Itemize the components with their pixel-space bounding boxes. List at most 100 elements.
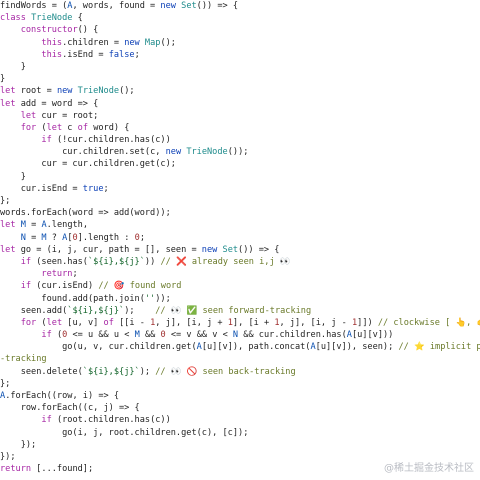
code-token: () { xyxy=(77,25,99,36)
code-token: let xyxy=(46,317,63,328)
code-token: constructor xyxy=(20,25,78,36)
code-token: let xyxy=(46,122,63,133)
code-line: go(i, j, root.children.get(c), [c]); xyxy=(0,427,480,439)
code-line: let go = (i, j, cur, path = [], seen = n… xyxy=(0,244,480,256)
code-token: (c), [c]); xyxy=(196,427,249,438)
code-token: go(i, j, root.children. xyxy=(0,427,182,438)
code-token: ()); xyxy=(227,147,249,158)
code-line: cur.children.set(c, new TrieNode()); xyxy=(0,146,480,158)
code-token: , words, found = xyxy=(72,1,161,11)
code-token: if xyxy=(20,281,32,292)
code-token: cur = root; xyxy=(36,110,99,121)
code-token: [[i - xyxy=(113,317,151,328)
code-token: } xyxy=(0,171,26,182)
code-token: (c, xyxy=(144,147,166,158)
code-token: <= v && v < xyxy=(165,330,233,341)
code-line: }); xyxy=(0,439,480,451)
code-token: )); xyxy=(155,293,171,304)
code-token: cur.children. xyxy=(0,147,130,158)
code-token: ); xyxy=(139,366,156,377)
code-token: new xyxy=(165,147,182,158)
code-token: [u][v]), path.concat( xyxy=(201,342,311,353)
code-token: }); xyxy=(0,451,16,462)
code-line: let M = A.length, xyxy=(0,219,480,231)
code-line: seen.add(`${i},${j}`); // 👀 ✅ seen forwa… xyxy=(0,305,480,317)
code-token: if xyxy=(41,330,52,341)
code-token: TrieNode xyxy=(77,86,120,97)
code-token: this xyxy=(41,37,63,48)
code-line: } xyxy=(0,171,480,183)
code-token: seen.delete( xyxy=(0,366,83,377)
code-editor[interactable]: findWords = (A, words, found = new Set()… xyxy=(0,0,480,480)
code-token: new xyxy=(56,86,73,97)
code-token: TrieNode xyxy=(186,147,228,158)
code-line: seen.delete(`${i},${j}`); // 👀 🚫 seen ba… xyxy=(0,366,480,378)
code-token: Set xyxy=(222,244,239,255)
code-token: get xyxy=(181,427,197,438)
code-line: cur.isEnd = true; xyxy=(0,183,480,195)
code-line: if (seen.has(`${i},${j}`)) // ❌ already … xyxy=(0,256,480,268)
code-token: // 🎯 found word xyxy=(98,281,182,292)
code-token: , j], [i, j - xyxy=(279,317,352,328)
code-line: constructor() { xyxy=(0,24,480,36)
code-token: ( xyxy=(36,122,47,133)
code-token: new xyxy=(124,37,140,48)
code-token: ; xyxy=(134,49,140,60)
code-token: go = (i, j, cur, path = [], seen = xyxy=(15,244,202,255)
code-token: new xyxy=(201,244,218,255)
code-token: this xyxy=(41,49,63,60)
code-token: [...found]; xyxy=(31,464,94,475)
code-token: new xyxy=(160,1,176,11)
code-line: return; xyxy=(0,268,480,280)
code-token: && cur.children.has( xyxy=(238,330,347,341)
code-line: findWords = (A, words, found = new Set()… xyxy=(0,0,480,12)
code-token: cur.isEnd = xyxy=(0,183,83,194)
code-token: = xyxy=(25,220,42,231)
code-token: // clockwise [ 👆, 👉, 👇, 👈 ] xyxy=(377,317,480,328)
code-line: } xyxy=(0,61,480,73)
code-line: go(u, v, cur.children.get(A[u][v]), path… xyxy=(0,341,480,353)
code-token: } xyxy=(0,61,26,72)
code-token: if xyxy=(41,135,52,146)
code-token: `${i},${j}` xyxy=(87,256,145,267)
code-token: Set xyxy=(181,1,197,11)
code-token: ()) => { xyxy=(238,244,280,255)
code-token: (seen.has( xyxy=(31,256,88,267)
code-line: words.forEach(word => add(word)); xyxy=(0,207,480,219)
code-token: // 👀 🚫 seen back-tracking xyxy=(155,366,296,377)
code-token: , j], [i, j + xyxy=(155,317,228,328)
code-token: ; xyxy=(72,269,78,280)
code-token: ( xyxy=(51,330,63,341)
code-token: ? xyxy=(46,232,63,243)
code-token: true xyxy=(82,183,104,194)
code-line: N = M ? A[0].length : 0; xyxy=(0,232,480,244)
code-token: Map xyxy=(144,37,161,48)
code-token: `${i},${j}` xyxy=(67,305,125,316)
code-token: TrieNode xyxy=(31,13,73,24)
code-token: found.add(path.join( xyxy=(0,293,145,304)
code-line: let cur = root; xyxy=(0,110,480,122)
code-token: (); xyxy=(160,37,176,48)
code-line: if (root.children.has(c)) xyxy=(0,414,480,426)
code-token: .isEnd = xyxy=(62,49,109,60)
code-token: ]]) xyxy=(357,317,378,328)
code-token: words.forEach(word => add(word)); xyxy=(0,208,171,219)
code-token: (c); xyxy=(155,159,176,170)
code-line: }; xyxy=(0,195,480,207)
code-token: }; xyxy=(0,378,11,389)
code-token: return xyxy=(41,269,73,280)
code-line: let add = word => { xyxy=(0,98,480,110)
code-line: found.add(path.join('')); xyxy=(0,293,480,305)
code-token: return xyxy=(0,464,32,475)
